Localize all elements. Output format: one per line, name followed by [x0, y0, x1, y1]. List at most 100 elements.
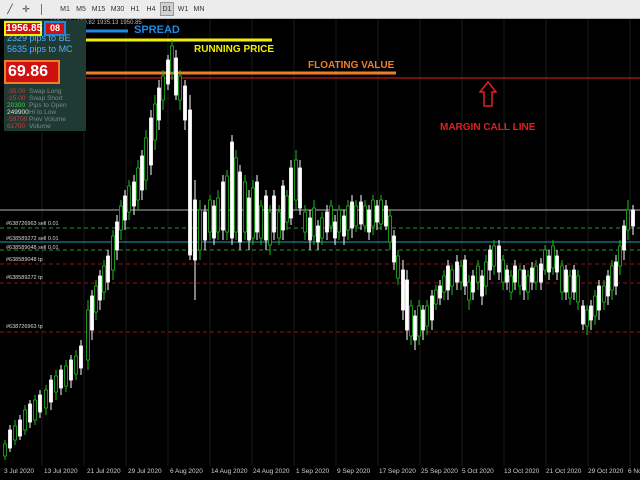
candle: [193, 180, 197, 300]
candle-body: [3, 443, 7, 457]
candle-body: [166, 59, 170, 85]
stat-row: -59700 Prev Volume: [7, 116, 66, 123]
candle-body: [438, 285, 442, 299]
candle: [530, 262, 534, 290]
candle: [28, 400, 32, 428]
candle: [308, 210, 312, 250]
candle: [216, 190, 220, 240]
candle-body: [170, 45, 174, 73]
candle-body: [268, 211, 272, 246]
candle: [198, 200, 202, 260]
candle: [572, 265, 576, 300]
candle-body: [576, 275, 580, 303]
price-chart[interactable]: [0, 0, 640, 480]
candle: [359, 195, 363, 230]
candle-body: [513, 265, 517, 283]
candle: [480, 270, 484, 305]
candle-body: [54, 375, 58, 393]
candle-body: [551, 245, 555, 269]
stat-row: 61700 Volume: [7, 123, 51, 130]
candle-body: [543, 249, 547, 271]
date-axis-label: 1 Sep 2020: [296, 468, 330, 475]
candle: [589, 300, 593, 330]
candle-body: [329, 205, 333, 227]
candle-body: [38, 394, 42, 413]
candle-body: [597, 285, 601, 311]
stat-label: Swap Short: [29, 95, 63, 102]
candle: [157, 80, 161, 130]
candle: [560, 260, 564, 300]
candle-body: [526, 275, 530, 293]
candle-body: [74, 355, 78, 375]
candle-body: [346, 205, 350, 231]
candle: [488, 245, 492, 280]
candle: [106, 250, 110, 290]
candle-body: [455, 261, 459, 283]
candle-body: [144, 137, 148, 181]
candle-body: [560, 265, 564, 293]
running-price-annotation: RUNNING PRICE: [194, 44, 275, 55]
stat-label: Pips to Open: [29, 102, 67, 109]
spread-value: 08: [49, 23, 60, 33]
candle: [450, 265, 454, 295]
candle-body: [547, 255, 551, 273]
candle: [13, 420, 17, 445]
candle: [388, 210, 392, 250]
candle: [492, 240, 496, 275]
candle: [277, 205, 281, 245]
order-label: #638726963 tp: [6, 324, 43, 330]
candle: [54, 370, 58, 400]
candle-body: [497, 245, 501, 273]
candle: [350, 195, 354, 238]
candle: [581, 300, 585, 330]
candle: [111, 230, 115, 280]
candle: [166, 55, 170, 90]
candle-body: [572, 269, 576, 293]
pips-to-mc-row: 5635 pips to MC: [7, 45, 73, 54]
candle: [354, 200, 358, 232]
date-axis-label: 14 Aug 2020: [211, 468, 248, 475]
candle-body: [243, 181, 247, 233]
candle-body: [631, 209, 635, 227]
candle: [225, 170, 229, 240]
order-label: #638589272 tp: [6, 275, 43, 281]
candle: [136, 160, 140, 210]
candle: [518, 265, 522, 295]
candle-body: [568, 275, 572, 299]
candle-body: [354, 205, 358, 227]
candle-body: [234, 157, 238, 233]
candle: [94, 280, 98, 320]
candle-body: [136, 167, 140, 201]
candle: [396, 250, 400, 285]
candle: [564, 265, 568, 300]
candle-body: [49, 379, 53, 403]
candle: [23, 405, 27, 435]
candle-body: [102, 265, 106, 293]
candle: [539, 258, 543, 290]
stat-row: -35.00 Swap Long: [7, 88, 62, 95]
candle: [576, 270, 580, 310]
candle-body: [379, 199, 383, 225]
candle: [212, 200, 216, 245]
candle: [44, 385, 48, 415]
candle: [79, 340, 83, 375]
candle-body: [316, 225, 320, 243]
candle-body: [602, 285, 606, 303]
candle-body: [289, 167, 293, 219]
candle-body: [251, 187, 255, 239]
candle: [183, 80, 187, 130]
date-axis-label: 9 Sep 2020: [337, 468, 371, 475]
candle: [312, 200, 316, 245]
date-axis-label: 21 Jul 2020: [87, 468, 121, 475]
candle-body: [413, 315, 417, 341]
candle-body: [518, 269, 522, 287]
candle: [568, 270, 572, 305]
candle-body: [492, 245, 496, 267]
candle-body: [342, 215, 346, 237]
candle: [446, 260, 450, 300]
candle-body: [308, 217, 312, 241]
candle-body: [203, 211, 207, 241]
spread-annotation: SPREAD: [134, 24, 180, 36]
candle: [346, 200, 350, 240]
candle-body: [230, 141, 234, 239]
